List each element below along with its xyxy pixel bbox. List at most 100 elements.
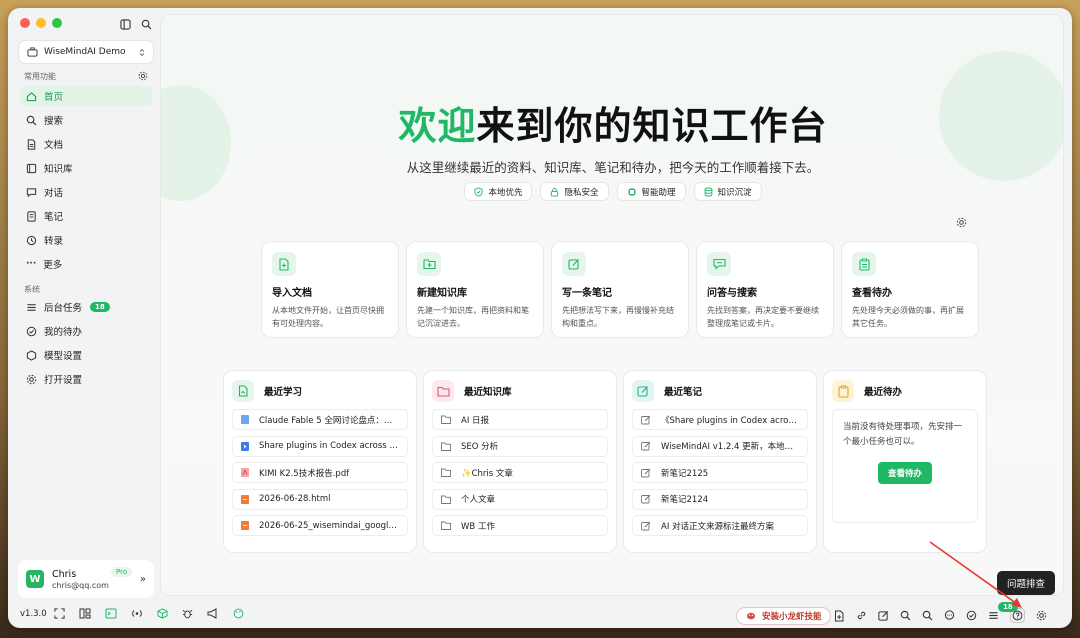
list-item[interactable]: 2026-06-25_wisemindai_google_… — [232, 515, 408, 536]
edit-icon — [632, 380, 654, 402]
chip-cpu-icon — [627, 187, 637, 197]
view-todo-button[interactable]: 查看待办 — [878, 462, 932, 484]
cube-icon[interactable] — [157, 608, 168, 619]
list-item[interactable]: ✨Chris 文章 — [432, 462, 608, 483]
notebook-icon — [26, 210, 37, 222]
megaphone-icon[interactable] — [207, 608, 219, 619]
html-file-icon — [241, 521, 249, 530]
troubleshoot-tooltip: 问题排查 — [997, 571, 1056, 595]
list-item[interactable]: 个人文章 — [432, 488, 608, 510]
sidebar-toggle-icon[interactable] — [120, 19, 131, 30]
chat-icon[interactable] — [944, 608, 955, 623]
action-card-new-kb[interactable]: 新建知识库 先建一个知识库，再把资料和笔记沉淀进去。 — [406, 241, 544, 338]
list-item-label: Share plugins in Codex across tea… — [259, 441, 399, 451]
edit-icon[interactable] — [878, 608, 889, 623]
sidebar-item-notes[interactable]: 笔记 — [20, 206, 152, 226]
todo-empty-state: 当前没有待处理事项，先安排一个最小任务也可以。 查看待办 — [832, 409, 978, 523]
action-desc: 先建一个知识库，再把资料和笔记沉淀进去。 — [417, 306, 529, 328]
list-item[interactable]: 《Share plugins in Codex across… — [632, 409, 808, 430]
todo-empty-text: 当前没有待处理事项，先安排一个最小任务也可以。 — [843, 422, 963, 447]
sidebar-item-home[interactable]: 首页 — [20, 86, 152, 106]
list-item-label: 新笔记2125 — [661, 468, 709, 479]
sidebar-item-background-tasks[interactable]: 后台任务 18 — [20, 297, 152, 317]
sidebar-item-more[interactable]: ··· 更多 — [20, 254, 152, 274]
more-icon: ··· — [26, 259, 37, 269]
user-card[interactable]: W Chris chris@qq.com Pro » — [18, 560, 154, 598]
maximize-window-button[interactable] — [52, 18, 62, 28]
action-desc: 先找到答案，再决定要不要继续整理成笔记或卡片。 — [707, 306, 819, 328]
clipboard-icon — [832, 380, 854, 402]
sidebar-item-search[interactable]: 搜索 — [20, 110, 152, 130]
list-item[interactable]: WiseMindAI v1.2.4 更新，本地文… — [632, 435, 808, 457]
minimize-window-button[interactable] — [36, 18, 46, 28]
sidebar-item-label: 对话 — [44, 188, 64, 199]
add-file-icon[interactable] — [834, 608, 845, 623]
status-count-badge: 18 — [998, 602, 1018, 612]
panel-recent-notes: 最近笔记 《Share plugins in Codex across… Wis… — [623, 370, 817, 553]
link-icon[interactable] — [856, 608, 867, 623]
action-desc: 从本地文件开始，让首页尽快拥有可处理内容。 — [272, 306, 384, 328]
list-item[interactable]: 新笔记2125 — [632, 462, 808, 483]
list-item[interactable]: Claude Fable 5 全网讨论盘点：从封… — [232, 409, 408, 430]
sidebar-item-open-settings[interactable]: 打开设置 — [20, 369, 152, 389]
status-bar: v1.3.0 安装小龙虾技能 18 — [8, 602, 1072, 628]
search-icon[interactable] — [141, 19, 152, 30]
main-content: 欢迎来到你的知识工作台 从这里继续最近的资料、知识库、笔记和待办，把今天的工作顺… — [160, 14, 1064, 596]
action-card-view-todo[interactable]: 查看待办 先处理今天必须做的事，再扩展其它任务。 — [841, 241, 979, 338]
sidebar-item-knowledge-base[interactable]: 知识库 — [20, 158, 152, 178]
sidebar-item-label: 打开设置 — [44, 375, 83, 386]
todo-check-icon[interactable] — [966, 608, 977, 623]
list-item[interactable]: WB 工作 — [432, 515, 608, 536]
system-section-label: 系统 — [24, 285, 40, 294]
terminal-icon[interactable] — [105, 608, 117, 619]
bug-icon[interactable] — [182, 608, 193, 619]
palette-icon[interactable] — [233, 608, 244, 619]
install-skill-button[interactable]: 安装小龙虾技能 — [736, 607, 831, 625]
video-icon — [241, 441, 249, 451]
search-icon[interactable] — [922, 608, 933, 623]
todo-check-icon — [26, 326, 37, 337]
sidebar-item-my-todos[interactable]: 我的待办 — [20, 321, 152, 341]
action-card-import[interactable]: 导入文档 从本地文件开始，让首页尽快拥有可处理内容。 — [261, 241, 399, 338]
shield-check-icon — [474, 186, 484, 197]
gear-icon[interactable] — [138, 71, 148, 81]
search-doc-icon[interactable] — [900, 608, 911, 623]
list-item[interactable]: KIMI K2.5技术报告.pdf — [232, 462, 408, 483]
workspace-selector[interactable]: WiseMindAI Demo — [18, 40, 154, 64]
file-icon — [232, 380, 254, 402]
sidebar-item-chat[interactable]: 对话 — [20, 182, 152, 202]
sidebar-item-model-settings[interactable]: 模型设置 — [20, 345, 152, 365]
edit-icon — [562, 252, 586, 276]
list-item-label: WiseMindAI v1.2.4 更新，本地文… — [661, 442, 799, 452]
layout-icon[interactable] — [79, 608, 91, 619]
tasks-icon[interactable] — [988, 608, 999, 623]
chat-search-icon — [707, 252, 731, 276]
panel-header: 最近待办 — [832, 379, 978, 403]
folder-add-icon — [417, 252, 441, 276]
action-card-qa-search[interactable]: 问答与搜索 先找到答案，再决定要不要继续整理成笔记或卡片。 — [696, 241, 834, 338]
sidebar-item-label: 我的待办 — [44, 327, 83, 338]
chevron-right-double-icon[interactable]: » — [140, 574, 146, 585]
action-card-write-note[interactable]: 写一条笔记 先把想法写下来，再慢慢补充结构和重点。 — [551, 241, 689, 338]
settings-icon[interactable] — [1036, 608, 1047, 623]
action-title: 写一条笔记 — [562, 288, 612, 299]
list-item[interactable]: SEO 分析 — [432, 435, 608, 457]
list-item[interactable]: AI 对话正文来源标注最终方案 — [632, 515, 808, 536]
sidebar-item-label: 笔记 — [44, 212, 64, 223]
task-count-badge: 18 — [90, 302, 110, 312]
sidebar-item-transcribe[interactable]: 转录 — [20, 230, 152, 250]
chip-label: 知识沉淀 — [717, 187, 752, 198]
broadcast-icon[interactable] — [131, 608, 143, 619]
list-item[interactable]: 2026-06-28.html — [232, 488, 408, 510]
sidebar-item-label: 更多 — [43, 260, 63, 271]
sidebar-item-label: 转录 — [44, 236, 64, 247]
list-item[interactable]: AI 日报 — [432, 409, 608, 430]
gear-icon[interactable] — [956, 217, 967, 228]
close-window-button[interactable] — [20, 18, 30, 28]
list-item[interactable]: Share plugins in Codex across tea… — [232, 435, 408, 457]
sidebar-item-label: 文档 — [44, 140, 64, 151]
tasks-icon — [26, 302, 37, 313]
list-item[interactable]: 新笔记2124 — [632, 488, 808, 510]
fullscreen-icon[interactable] — [54, 608, 65, 619]
sidebar-item-docs[interactable]: 文档 — [20, 134, 152, 154]
